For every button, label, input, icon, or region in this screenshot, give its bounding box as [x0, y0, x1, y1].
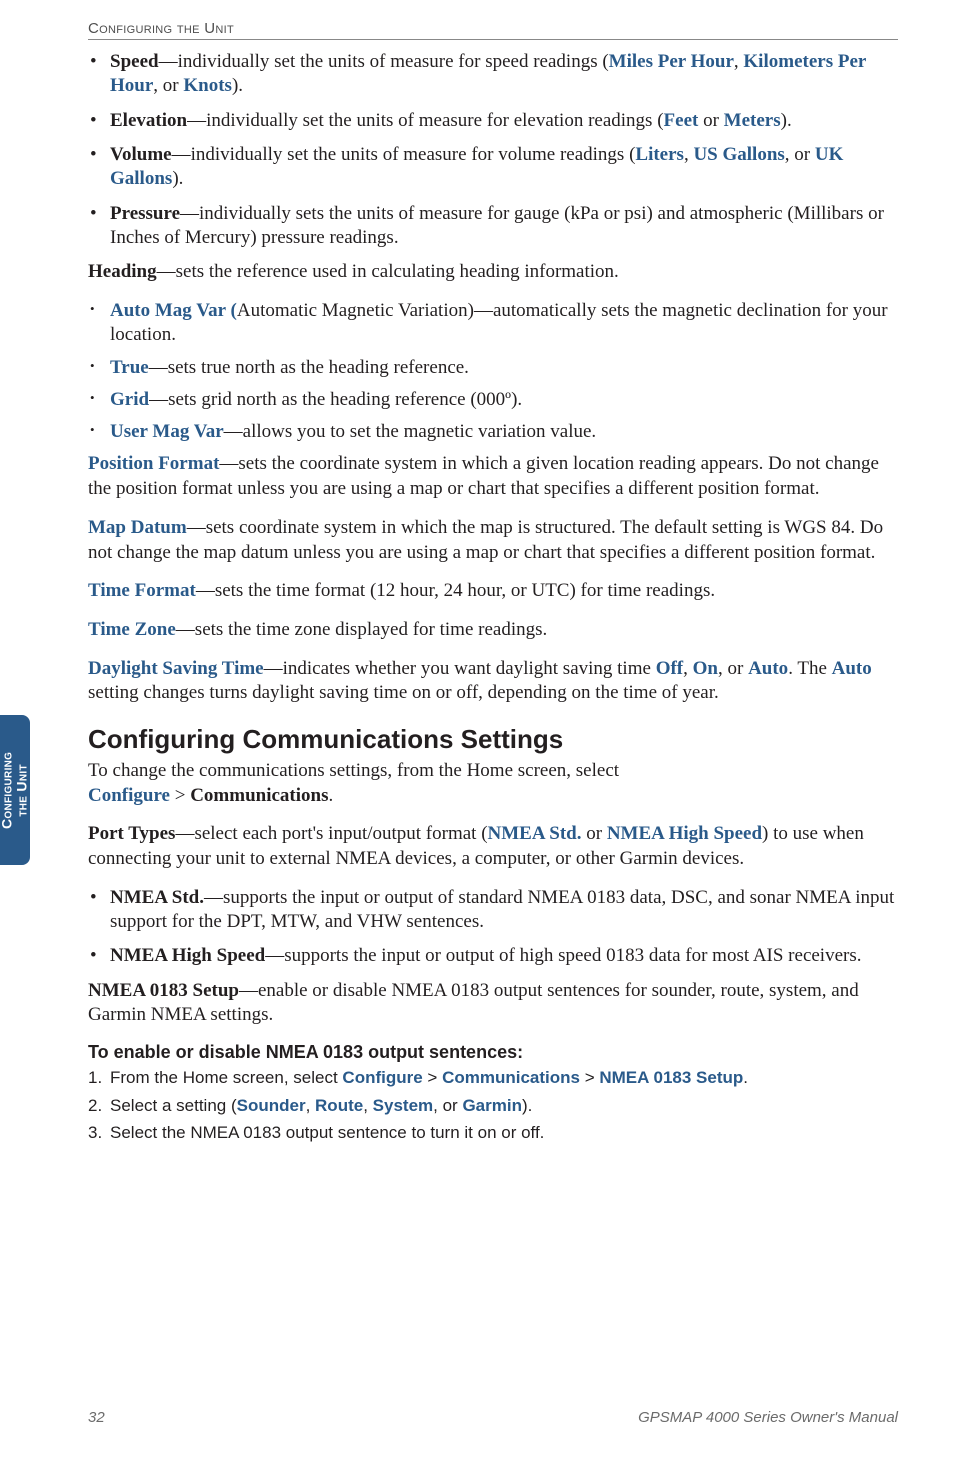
heading-sublist: Auto Mag Var (Automatic Magnetic Variati… [88, 299, 898, 445]
step-2: 2. Select a setting (Sounder, Route, Sys… [88, 1094, 898, 1119]
side-tab-text: Configuringthe Unit [0, 751, 30, 828]
footer: 32 GPSMAP 4000 Series Owner's Manual [88, 1409, 898, 1426]
bullet-nmea-high-speed: NMEA High Speed—supports the input or ou… [110, 944, 898, 968]
section-heading: Configuring Communications Settings [88, 724, 898, 755]
bullet-speed: Speed—individually set the units of meas… [110, 50, 898, 99]
heading-para: Heading—sets the reference used in calcu… [88, 260, 898, 285]
running-header: Configuring the Unit [88, 20, 898, 40]
bullet-pressure: Pressure—individually sets the units of … [110, 202, 898, 251]
steps-heading: To enable or disable NMEA 0183 output se… [88, 1042, 898, 1063]
port-bullet-list: NMEA Std.—supports the input or output o… [88, 886, 898, 969]
bullet-elevation: Elevation—individually set the units of … [110, 109, 898, 133]
time-format-para: Time Format—sets the time format (12 hou… [88, 579, 898, 604]
comm-intro: To change the communications settings, f… [88, 759, 898, 808]
step-1: 1. From the Home screen, select Configur… [88, 1066, 898, 1091]
dst-para: Daylight Saving Time—indicates whether y… [88, 657, 898, 706]
sub-auto-mag-var: Auto Mag Var (Automatic Magnetic Variati… [110, 299, 898, 348]
port-types-para: Port Types—select each port's input/outp… [88, 822, 898, 871]
map-datum-para: Map Datum—sets coordinate system in whic… [88, 516, 898, 565]
sub-user-mag-var: User Mag Var—allows you to set the magne… [110, 420, 898, 444]
units-bullet-list: Speed—individually set the units of meas… [88, 50, 898, 250]
sub-true: True—sets true north as the heading refe… [110, 356, 898, 380]
sub-grid: Grid—sets grid north as the heading refe… [110, 388, 898, 412]
bullet-volume: Volume—individually set the units of mea… [110, 143, 898, 192]
steps-list: 1. From the Home screen, select Configur… [88, 1066, 898, 1146]
manual-title: GPSMAP 4000 Series Owner's Manual [638, 1409, 898, 1426]
page-content: Configuring the Unit Speed—individually … [88, 20, 898, 1149]
nmea-setup-para: NMEA 0183 Setup—enable or disable NMEA 0… [88, 979, 898, 1028]
page-number: 32 [88, 1409, 105, 1426]
step-3: 3. Select the NMEA 0183 output sentence … [88, 1121, 898, 1146]
side-tab: Configuringthe Unit [0, 715, 30, 865]
bullet-nmea-std: NMEA Std.—supports the input or output o… [110, 886, 898, 935]
position-format-para: Position Format—sets the coordinate syst… [88, 452, 898, 501]
time-zone-para: Time Zone—sets the time zone displayed f… [88, 618, 898, 643]
